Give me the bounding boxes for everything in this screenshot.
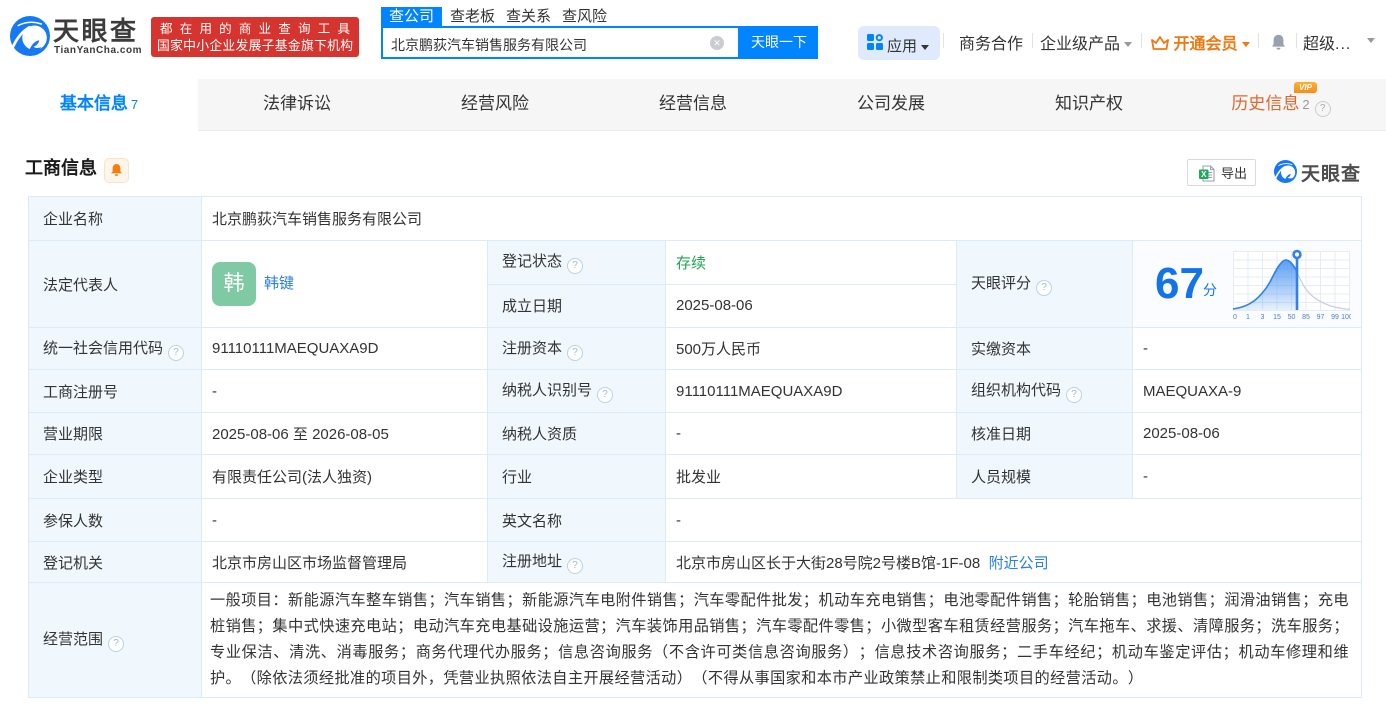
svg-text:97: 97 (1317, 314, 1325, 321)
svg-text:15: 15 (1273, 314, 1281, 321)
svg-text:0: 0 (1233, 314, 1237, 321)
svg-text:3: 3 (1261, 314, 1265, 321)
svg-text:85: 85 (1302, 314, 1310, 321)
svg-text:50: 50 (1288, 314, 1296, 321)
svg-text:X: X (1201, 170, 1207, 179)
svg-text:1: 1 (1246, 314, 1250, 321)
svg-text:100: 100 (1341, 314, 1351, 321)
svg-text:99: 99 (1331, 314, 1339, 321)
